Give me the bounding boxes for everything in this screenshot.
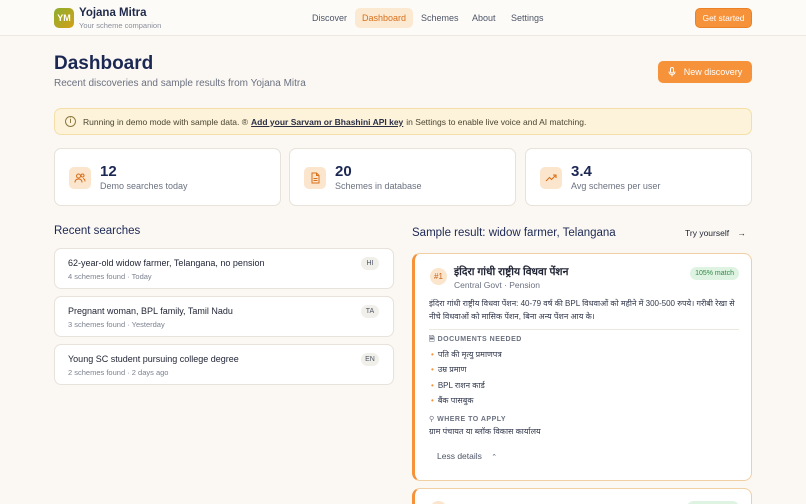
stat-label: Demo searches today [100,181,188,191]
stat-label: Schemes in database [335,181,422,191]
info-icon: i [65,116,76,127]
try-yourself-link[interactable]: Try yourself → [685,228,746,238]
scheme-name: इंदिरा गांधी राष्ट्रीय विधवा पेंशन [454,266,569,278]
bullet-icon: • [431,381,434,390]
document-text: पति की मृत्यु प्रमाणपत्र [437,350,502,359]
nav-dashboard[interactable]: Dashboard [355,8,414,28]
nav-schemes[interactable]: Schemes [414,8,466,28]
scheme-description: इंदिरा गांधी राष्ट्रीय विधवा पेंशन: 40-7… [429,299,735,321]
document-text: बैंक पासबुक [437,396,474,405]
language-badge: EN [361,353,379,366]
top-header: YM Yojana Mitra Your scheme companion Di… [0,0,806,36]
apply-location: ग्राम पंचायत या ब्लॉक विकास कार्यालय [429,427,541,436]
arrow-right-icon: → [737,228,746,238]
recent-search-item[interactable]: Young SC student pursuing college degree… [54,344,394,385]
stat-value: 20 [335,163,352,180]
document-item: • बैंक पासबुक [431,395,473,406]
recent-search-item[interactable]: 62-year-old widow farmer, Telangana, no … [54,248,394,289]
file-icon [304,167,326,189]
recent-search-title: 62-year-old widow farmer, Telangana, no … [68,258,265,268]
apply-heading-text: WHERE TO APPLY [437,416,507,423]
match-badge: 105% match [690,267,739,280]
banner-prefix: Running in demo mode with sample data. ® [83,116,249,127]
scheme-result-card [412,488,752,504]
mic-icon [668,67,676,77]
recent-search-title: Young SC student pursuing college degree [68,354,239,364]
page-subtitle: Recent discoveries and sample results fr… [54,78,306,89]
document-text: उम्र प्रमाण [437,365,467,374]
document-item: • BPL राशन कार्ड [431,380,485,391]
logo[interactable]: YM [54,8,74,28]
new-discovery-button[interactable]: New discovery [658,61,752,83]
stat-value: 3.4 [571,163,592,180]
chevron-up-icon: ⌃ [491,454,498,461]
new-discovery-label: New discovery [683,67,743,77]
rank-badge: #1 [430,268,447,285]
api-key-link[interactable]: Add your Sarvam or Bhashini API key [251,117,403,127]
document-item: • उम्र प्रमाण [431,364,466,375]
recent-search-meta: 2 schemes found · 2 days ago [68,368,169,377]
document-item: • पति की मृत्यु प्रमाणपत्र [431,349,502,360]
brand-tagline: Your scheme companion [79,21,162,30]
recent-search-item[interactable]: Pregnant woman, BPL family, Tamil Nadu 3… [54,296,394,337]
users-icon [69,167,91,189]
recent-searches-title: Recent searches [54,225,141,237]
scheme-meta: Central Govt · Pension [454,280,540,290]
get-started-button[interactable]: Get started [695,8,752,28]
less-details-button[interactable]: Less details ⌃ [437,451,497,461]
bullet-icon: • [431,350,434,359]
document-text: BPL राशन कार्ड [437,381,485,390]
documents-heading-text: DOCUMENTS NEEDED [437,336,522,343]
less-details-label: Less details [437,451,482,461]
recent-search-meta: 3 schemes found · Yesterday [68,320,165,329]
document-icon: 🗎 [429,336,436,343]
nav-about[interactable]: About [465,8,503,28]
language-badge: TA [361,305,379,318]
location-pin-icon: ⚲ [429,416,435,423]
stat-card-searches: 12 Demo searches today [54,148,281,206]
banner-suffix: in Settings to enable live voice and AI … [406,116,587,127]
divider [429,329,739,330]
stat-label: Avg schemes per user [571,181,661,191]
nav-discover[interactable]: Discover [305,8,354,28]
stat-card-average: 3.4 Avg schemes per user [525,148,752,206]
recent-search-title: Pregnant woman, BPL family, Tamil Nadu [68,306,233,316]
demo-mode-banner: i Running in demo mode with sample data.… [54,108,752,135]
apply-heading: ⚲ WHERE TO APPLY [429,415,506,423]
trending-up-icon [540,167,562,189]
recent-search-meta: 4 schemes found · Today [68,272,152,281]
page-title: Dashboard [54,53,154,74]
bullet-icon: • [431,365,434,374]
scheme-result-card: #1 इंदिरा गांधी राष्ट्रीय विधवा पेंशन Ce… [412,253,752,481]
language-badge: HI [361,257,379,270]
stat-card-schemes: 20 Schemes in database [289,148,516,206]
bullet-icon: • [431,396,434,405]
brand-name[interactable]: Yojana Mitra [79,7,147,19]
stat-value: 12 [100,163,117,180]
sample-result-title: Sample result: widow farmer, Telangana [412,227,616,239]
try-yourself-label: Try yourself [685,228,730,238]
nav-settings[interactable]: Settings [504,8,551,28]
documents-heading: 🗎 DOCUMENTS NEEDED [429,335,522,346]
